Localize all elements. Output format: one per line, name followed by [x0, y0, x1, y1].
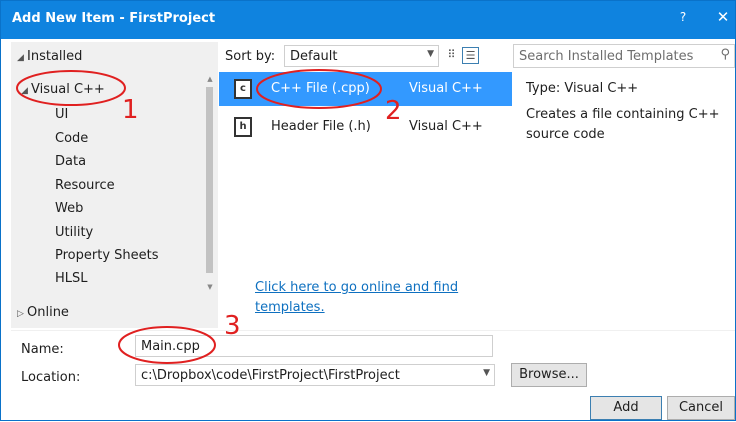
description-line1: Creates a file containing C++	[526, 107, 720, 122]
tree-item-online[interactable]: ▷ Online	[17, 305, 69, 320]
go-online-link[interactable]: Click here to go online and find templat…	[255, 278, 495, 318]
collapse-arrow-icon[interactable]: ◢	[21, 86, 31, 96]
sort-by-label: Sort by:	[225, 49, 276, 64]
tree-item-hlsl[interactable]: HLSL	[55, 271, 88, 286]
category-tree: ◢ Installed ◢ Visual C++ UI Code Data Reso…	[11, 42, 218, 328]
title-bar: Add New Item - FirstProject ? ✕	[1, 1, 735, 39]
list-view-icon[interactable]: ☰	[462, 47, 479, 64]
template-header-file[interactable]: h Header File (.h) Visual C++	[219, 110, 512, 144]
tree-item-web[interactable]: Web	[55, 201, 83, 216]
tree-item-code[interactable]: Code	[55, 131, 88, 146]
tree-item-data[interactable]: Data	[55, 154, 86, 169]
template-cpp-file[interactable]: c C++ File (.cpp) Visual C++	[219, 72, 512, 106]
template-name: Header File (.h)	[271, 119, 371, 134]
divider	[11, 330, 735, 331]
description-line2: source code	[526, 127, 605, 142]
sort-by-dropdown[interactable]: Default ▼	[284, 45, 439, 67]
sort-by-value: Default	[290, 49, 338, 64]
template-description: Creates a file containing C++ source cod…	[526, 105, 733, 145]
small-icons-view-icon[interactable]: ⠿	[443, 47, 460, 64]
tree-scrollbar[interactable]: ▲ ▼	[203, 75, 217, 297]
cpp-file-icon: c	[234, 79, 252, 99]
window-title: Add New Item - FirstProject	[12, 11, 216, 26]
name-label: Name:	[21, 342, 64, 357]
scrollbar-thumb[interactable]	[206, 87, 213, 273]
location-dropdown[interactable]: c:\Dropbox\code\FirstProject\FirstProjec…	[135, 364, 495, 386]
tree-item-resource[interactable]: Resource	[55, 178, 115, 193]
template-name: C++ File (.cpp)	[271, 81, 370, 96]
name-value: Main.cpp	[141, 339, 200, 354]
tree-item-property-sheets[interactable]: Property Sheets	[55, 248, 159, 263]
tree-item-utility[interactable]: Utility	[55, 225, 93, 240]
search-templates-input[interactable]: Search Installed Templates ⚲	[513, 44, 735, 68]
cancel-button[interactable]: Cancel	[667, 396, 735, 420]
tree-item-label: Visual C++	[31, 82, 105, 97]
tree-item-visual-cpp[interactable]: ◢ Visual C++	[21, 82, 105, 97]
tree-item-label: Online	[27, 305, 69, 320]
expand-arrow-icon[interactable]: ▷	[17, 309, 27, 319]
tree-item-ui[interactable]: UI	[55, 107, 68, 122]
tree-item-label: Installed	[27, 49, 83, 64]
template-type-info: Type: Visual C++	[526, 81, 639, 96]
template-type: Visual C++	[409, 119, 483, 134]
scroll-up-icon[interactable]: ▲	[203, 75, 217, 85]
header-file-icon: h	[234, 117, 252, 137]
add-button[interactable]: Add	[590, 396, 662, 420]
search-icon[interactable]: ⚲	[720, 47, 730, 62]
browse-button[interactable]: Browse...	[511, 363, 587, 387]
scroll-down-icon[interactable]: ▼	[203, 283, 217, 293]
template-list: c C++ File (.cpp) Visual C++ h Header Fi…	[219, 70, 512, 266]
template-type: Visual C++	[409, 81, 483, 96]
online-link-line2: templates.	[255, 300, 325, 315]
dropdown-arrow-icon: ▼	[427, 49, 434, 59]
location-value: c:\Dropbox\code\FirstProject\FirstProjec…	[141, 368, 400, 383]
dropdown-arrow-icon: ▼	[483, 368, 490, 378]
search-placeholder: Search Installed Templates	[519, 49, 694, 64]
name-field[interactable]: Main.cpp	[135, 335, 493, 357]
collapse-arrow-icon[interactable]: ◢	[17, 53, 27, 63]
add-new-item-dialog: Add New Item - FirstProject ? ✕ ◢ Install…	[0, 0, 736, 421]
help-button[interactable]: ?	[673, 10, 693, 24]
close-button[interactable]: ✕	[713, 8, 733, 26]
tree-item-installed[interactable]: ◢ Installed	[17, 49, 82, 64]
online-link-line1: Click here to go online and find	[255, 280, 459, 295]
location-label: Location:	[21, 370, 81, 385]
